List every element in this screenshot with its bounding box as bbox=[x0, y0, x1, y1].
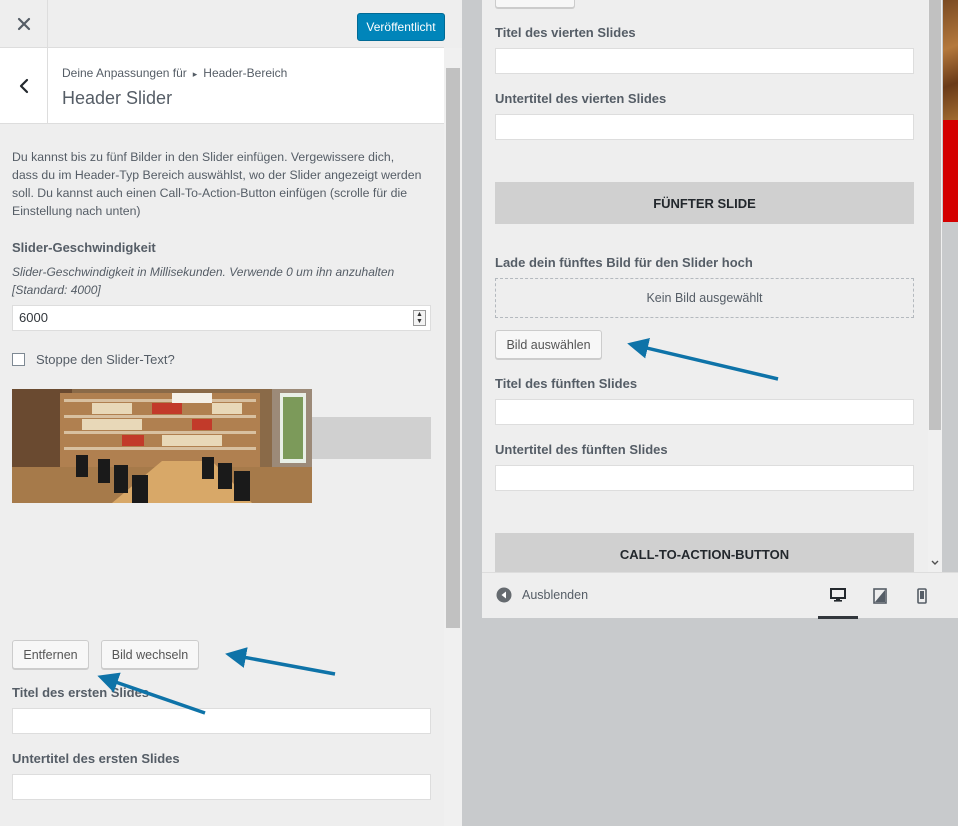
left-scrollbar[interactable] bbox=[444, 48, 462, 826]
speed-input[interactable]: 6000 ▲ ▼ bbox=[12, 305, 431, 331]
close-button[interactable] bbox=[0, 0, 48, 48]
fourth-subtitle-input[interactable] bbox=[495, 114, 914, 140]
preview-image-edge bbox=[943, 0, 958, 120]
remove-image-button[interactable]: Entfernen bbox=[12, 640, 89, 669]
first-title-label: Titel des ersten Slides bbox=[12, 685, 150, 700]
breadcrumb: Deine Anpassungen für ▸ Header-Bereich bbox=[62, 66, 287, 80]
first-slide-image bbox=[12, 389, 312, 503]
collapse-sidebar-button[interactable]: Ausblenden bbox=[496, 587, 588, 603]
customizer-topbar: Veröffentlicht bbox=[0, 0, 445, 48]
breadcrumb-section: Header-Bereich bbox=[203, 66, 288, 80]
previous-slide-button-partial[interactable] bbox=[495, 0, 575, 8]
speed-label: Slider-Geschwindigkeit bbox=[12, 240, 156, 255]
fifth-subtitle-input[interactable] bbox=[495, 465, 914, 491]
first-subtitle-input[interactable] bbox=[12, 774, 431, 800]
select-image-button[interactable]: Bild auswählen bbox=[495, 330, 602, 359]
mobile-icon bbox=[917, 588, 927, 604]
section-title: Header Slider bbox=[62, 88, 173, 108]
right-controls-panel: Titel des vierten Slides Untertitel des … bbox=[482, 0, 928, 617]
publish-button[interactable]: Veröffentlicht bbox=[357, 13, 445, 41]
fifth-title-label: Titel des fünften Slides bbox=[495, 376, 638, 391]
desktop-icon bbox=[830, 587, 846, 602]
fifth-subtitle-label: Untertitel des fünften Slides bbox=[495, 442, 668, 457]
device-desktop-button[interactable] bbox=[818, 573, 858, 619]
right-scrollbar-thumb[interactable] bbox=[929, 0, 941, 430]
first-title-input[interactable] bbox=[12, 708, 431, 734]
collapse-label: Ausblenden bbox=[522, 588, 589, 602]
breadcrumb-prefix: Deine Anpassungen für bbox=[62, 66, 187, 80]
no-image-placeholder: Kein Bild ausgewählt bbox=[495, 278, 914, 318]
breadcrumb-arrow-icon: ▸ bbox=[192, 69, 198, 79]
slider-description: Du kannst bis zu fünf Bilder in den Slid… bbox=[12, 150, 422, 218]
preview-red-band bbox=[943, 120, 958, 222]
change-image-button[interactable]: Bild wechseln bbox=[101, 640, 199, 669]
left-scrollbar-thumb[interactable] bbox=[446, 68, 460, 628]
stop-text-label: Stoppe den Slider-Text? bbox=[36, 352, 175, 367]
stop-text-checkbox[interactable] bbox=[12, 353, 25, 366]
fifth-image-label: Lade dein fünftes Bild für den Slider ho… bbox=[495, 255, 753, 270]
speed-hint: Slider-Geschwindigkeit in Millisekunden.… bbox=[12, 265, 395, 297]
fourth-title-input[interactable] bbox=[495, 48, 914, 74]
conference-room-photo bbox=[12, 389, 312, 503]
device-tablet-button[interactable] bbox=[860, 573, 900, 619]
device-mobile-button[interactable] bbox=[902, 573, 942, 619]
right-scrollbar[interactable] bbox=[928, 0, 942, 572]
section-header: Deine Anpassungen für ▸ Header-Bereich Hea… bbox=[0, 48, 444, 124]
fourth-subtitle-label: Untertitel des vierten Slides bbox=[495, 91, 667, 106]
cta-heading[interactable]: CALL-TO-ACTION-BUTTON bbox=[495, 533, 914, 575]
customizer-left-pane: Veröffentlicht Deine Anpassungen für ▸ Hea… bbox=[0, 0, 462, 826]
fourth-title-label: Titel des vierten Slides bbox=[495, 25, 636, 40]
tablet-icon bbox=[873, 588, 887, 604]
back-button[interactable] bbox=[0, 48, 48, 123]
collapse-icon bbox=[496, 587, 512, 603]
fifth-title-input[interactable] bbox=[495, 399, 914, 425]
back-chevron-icon bbox=[19, 78, 28, 93]
speed-value: 6000 bbox=[19, 310, 48, 325]
close-icon bbox=[17, 17, 30, 31]
first-subtitle-label: Untertitel des ersten Slides bbox=[12, 751, 180, 766]
customizer-right-pane: Titel des vierten Slides Untertitel des … bbox=[462, 0, 958, 826]
number-spinner[interactable]: ▲ ▼ bbox=[413, 310, 426, 326]
fifth-slide-heading[interactable]: FÜNFTER SLIDE bbox=[495, 182, 914, 224]
customizer-footer: Ausblenden bbox=[482, 572, 958, 619]
scroll-down-arrow-icon[interactable] bbox=[931, 560, 939, 566]
